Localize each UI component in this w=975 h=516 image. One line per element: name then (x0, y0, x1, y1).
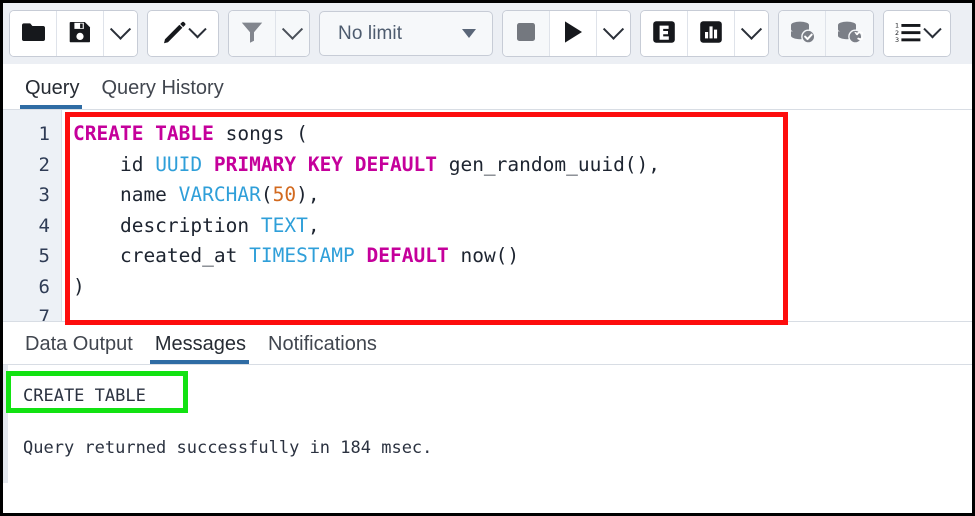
code-token: name (73, 183, 179, 206)
code-token (202, 153, 214, 176)
messages-panel: CREATE TABLE Query returned successfully… (3, 365, 972, 483)
tab-messages-label: Messages (155, 333, 246, 355)
tab-data-output[interactable]: Data Output (17, 333, 147, 364)
save-options-dropdown[interactable] (104, 11, 137, 56)
explain-analyze-button[interactable] (688, 11, 735, 56)
transaction-group (778, 10, 874, 57)
chevron-down-icon (188, 20, 206, 38)
macros-button[interactable]: 1 2 3 (884, 11, 950, 56)
sql-editor[interactable]: 1234567 CREATE TABLE songs ( id UUID PRI… (3, 110, 972, 321)
query-tool-window: No limit (3, 3, 972, 513)
chevron-down-icon (282, 19, 303, 40)
code-line: name VARCHAR(50), (73, 180, 972, 211)
svg-text:3: 3 (895, 36, 899, 43)
stop-button[interactable] (503, 11, 550, 56)
code-line: ) (73, 272, 972, 303)
line-number-gutter: 1234567 (3, 110, 62, 321)
file-group (9, 10, 138, 57)
code-token: , (308, 214, 320, 237)
chevron-down-icon (741, 19, 762, 40)
tab-notifications[interactable]: Notifications (260, 333, 391, 364)
explain-chart-icon (699, 20, 723, 47)
code-token: UUID (155, 153, 202, 176)
edit-group (147, 10, 219, 57)
code-line: id UUID PRIMARY KEY DEFAULT gen_random_u… (73, 150, 972, 181)
commit-button[interactable] (779, 11, 826, 56)
execute-options-dropdown[interactable] (597, 11, 630, 56)
explain-group (640, 10, 769, 57)
database-check-icon (789, 20, 816, 47)
line-number: 6 (3, 272, 61, 303)
open-file-button[interactable] (10, 11, 57, 56)
filter-group (228, 10, 310, 57)
message-status-line: Query returned successfully in 184 msec. (23, 433, 972, 463)
sql-code-area[interactable]: CREATE TABLE songs ( id UUID PRIMARY KEY… (62, 110, 972, 321)
code-token: ), (296, 183, 319, 206)
numbered-list-chevron-icon: 1 2 3 (895, 21, 921, 46)
explain-e-icon (652, 20, 676, 47)
code-line: description TEXT, (73, 211, 972, 242)
messages-scroll-rail[interactable] (3, 365, 8, 483)
filter-button[interactable] (229, 11, 276, 56)
code-token: DEFAULT (367, 244, 449, 267)
toolbar: No limit (3, 3, 972, 64)
tab-query[interactable]: Query (17, 77, 93, 109)
code-line: CREATE TABLE songs ( (73, 119, 972, 150)
row-limit-value: No limit (338, 23, 402, 45)
save-file-button[interactable] (57, 11, 104, 56)
code-token: id (73, 153, 155, 176)
row-limit-selector[interactable]: No limit (319, 11, 493, 56)
code-token: TEXT (261, 214, 308, 237)
explain-button[interactable] (641, 11, 688, 56)
triangle-down-icon (462, 29, 476, 38)
line-number: 4 (3, 211, 61, 242)
code-line: created_at TIMESTAMP DEFAULT now() (73, 241, 972, 272)
tab-data-output-label: Data Output (25, 333, 133, 355)
line-number: 5 (3, 241, 61, 272)
chevron-down-icon (923, 20, 941, 38)
folder-icon (21, 22, 46, 46)
tab-notifications-label: Notifications (268, 333, 377, 355)
pencil-icon (162, 20, 187, 48)
code-token: 50 (273, 183, 296, 206)
code-token: gen_random_uuid(), (437, 153, 660, 176)
execute-group (502, 10, 631, 57)
edit-button[interactable] (148, 11, 218, 56)
play-triangle-icon (562, 20, 584, 47)
output-tab-strip: Data Output Messages Notifications (3, 321, 972, 365)
code-line (73, 302, 972, 321)
macros-group: 1 2 3 (883, 10, 951, 57)
chevron-down-icon (603, 19, 624, 40)
rollback-button[interactable] (826, 11, 873, 56)
code-token (355, 244, 367, 267)
database-revert-icon (836, 20, 863, 47)
message-result-command: CREATE TABLE (23, 381, 972, 411)
funnel-icon (240, 20, 264, 47)
line-number: 2 (3, 150, 61, 181)
code-token: TIMESTAMP (249, 244, 355, 267)
tab-query-history[interactable]: Query History (93, 77, 237, 109)
line-number: 7 (3, 302, 61, 321)
editor-tab-strip: Query Query History (3, 64, 972, 110)
line-number: 1 (3, 119, 61, 150)
execute-button[interactable] (550, 11, 597, 56)
code-token: ) (73, 275, 85, 298)
code-token: created_at (73, 244, 249, 267)
tab-query-label: Query (25, 77, 79, 99)
code-token: description (73, 214, 261, 237)
stop-square-icon (515, 21, 537, 46)
code-token: songs ( (214, 122, 308, 145)
tab-messages[interactable]: Messages (147, 333, 260, 364)
code-token: CREATE TABLE (73, 122, 214, 145)
code-token: now() (449, 244, 519, 267)
filter-options-dropdown[interactable] (276, 11, 309, 56)
code-token: ( (261, 183, 273, 206)
code-token: VARCHAR (179, 183, 261, 206)
chevron-down-icon (110, 19, 131, 40)
floppy-save-icon (69, 21, 91, 46)
explain-options-dropdown[interactable] (735, 11, 768, 56)
line-number: 3 (3, 180, 61, 211)
tab-query-history-label: Query History (101, 77, 223, 99)
code-token: PRIMARY KEY DEFAULT (214, 153, 437, 176)
